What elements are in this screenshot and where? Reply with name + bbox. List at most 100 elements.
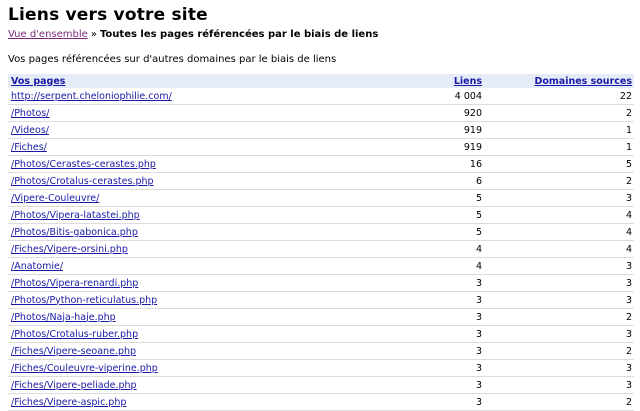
links-count: 3 — [348, 359, 484, 377]
links-count: 3 — [348, 291, 484, 309]
page-cell: /Fiches/Couleuvre-viperine.php — [8, 359, 348, 377]
source-domains-count: 2 — [484, 342, 634, 360]
table-row: /Videos/919 1 — [8, 121, 634, 139]
sort-by-domains-link[interactable]: Domaines sources — [534, 76, 632, 87]
links-count: 5 — [348, 223, 484, 241]
column-header-domains: Domaines sources — [484, 74, 634, 88]
sort-by-links-link[interactable]: Liens — [454, 76, 482, 87]
page: Liens vers votre site Vue d'ensemble» Tou… — [0, 0, 640, 411]
source-domains-count: 3 — [484, 376, 634, 394]
page-cell: /Fiches/ — [8, 138, 348, 156]
source-domains-count: 2 — [484, 393, 634, 411]
page-cell: /Photos/ — [8, 104, 348, 122]
page-cell: /Photos/Vipera-latastei.php — [8, 206, 348, 224]
links-count: 3 — [348, 325, 484, 343]
source-domains-count: 22 — [484, 88, 634, 105]
page-link[interactable]: /Fiches/Vipere-seoane.php — [11, 346, 136, 357]
page-link[interactable]: http://serpent.cheloniophilie.com/ — [11, 91, 172, 102]
table-row: /Photos/Crotalus-ruber.php 3 3 — [8, 325, 634, 343]
page-cell: /Photos/Vipera-renardi.php — [8, 274, 348, 292]
page-link[interactable]: /Fiches/Couleuvre-viperine.php — [11, 363, 158, 374]
page-cell: /Photos/Python-reticulatus.php — [8, 291, 348, 309]
page-link[interactable]: /Photos/Vipera-latastei.php — [11, 210, 140, 221]
source-domains-count: 1 — [484, 138, 634, 156]
page-link[interactable]: /Fiches/Vipere-aspic.php — [11, 397, 126, 408]
source-domains-count: 2 — [484, 104, 634, 122]
links-count: 3 — [348, 342, 484, 360]
source-domains-count: 3 — [484, 359, 634, 377]
table-row: /Fiches/Vipere-aspic.php 3 2 — [8, 393, 634, 411]
table-body: http://serpent.cheloniophilie.com/4 004 2… — [8, 88, 634, 411]
page-link[interactable]: /Photos/Crotalus-cerastes.php — [11, 176, 154, 187]
table-row: http://serpent.cheloniophilie.com/4 004 2… — [8, 88, 634, 105]
page-link[interactable]: /Photos/Python-reticulatus.php — [11, 295, 157, 306]
links-count: 5 — [348, 206, 484, 224]
table-row: /Photos/920 2 — [8, 104, 634, 122]
page-link[interactable]: /Photos/Naja-haje.php — [11, 312, 116, 323]
table-row: /Photos/Vipera-latastei.php 5 4 — [8, 206, 634, 224]
links-count: 6 — [348, 172, 484, 190]
source-domains-count: 4 — [484, 223, 634, 241]
source-domains-count: 3 — [484, 189, 634, 207]
column-header-pages: Vos pages — [8, 74, 348, 88]
table-row: /Anatomie/4 3 — [8, 257, 634, 275]
links-count: 3 — [348, 393, 484, 411]
table-header-row: Vos pages Liens Domaines sources — [8, 74, 634, 88]
sort-by-pages-link[interactable]: Vos pages — [11, 76, 65, 87]
page-cell: /Photos/Cerastes-cerastes.php — [8, 155, 348, 173]
page-link[interactable]: /Photos/Bitis-gabonica.php — [11, 227, 138, 238]
page-cell: /Fiches/Vipere-peliade.php — [8, 376, 348, 394]
page-cell: /Videos/ — [8, 121, 348, 139]
source-domains-count: 4 — [484, 206, 634, 224]
table-row: /Photos/Bitis-gabonica.php 5 4 — [8, 223, 634, 241]
links-count: 920 — [348, 104, 484, 122]
links-count: 16 — [348, 155, 484, 173]
links-count: 4 — [348, 240, 484, 258]
page-link[interactable]: /Photos/ — [11, 108, 49, 119]
source-domains-count: 1 — [484, 121, 634, 139]
page-cell: /Vipere-Couleuvre/ — [8, 189, 348, 207]
table-row: /Fiches/Couleuvre-viperine.php 3 3 — [8, 359, 634, 377]
page-link[interactable]: /Photos/Vipera-renardi.php — [11, 278, 138, 289]
page-link[interactable]: /Photos/Cerastes-cerastes.php — [11, 159, 156, 170]
page-link[interactable]: /Fiches/Vipere-peliade.php — [11, 380, 137, 391]
page-cell: /Anatomie/ — [8, 257, 348, 275]
page-cell: /Photos/Crotalus-cerastes.php — [8, 172, 348, 190]
page-cell: /Fiches/Vipere-orsini.php — [8, 240, 348, 258]
page-link[interactable]: /Videos/ — [11, 125, 49, 136]
source-domains-count: 3 — [484, 325, 634, 343]
source-domains-count: 2 — [484, 172, 634, 190]
page-link[interactable]: /Fiches/Vipere-orsini.php — [11, 244, 128, 255]
table-row: /Fiches/Vipere-orsini.php 4 4 — [8, 240, 634, 258]
page-link[interactable]: /Fiches/ — [11, 142, 47, 153]
breadcrumb-separator: » — [90, 29, 97, 40]
source-domains-count: 4 — [484, 240, 634, 258]
page-title: Liens vers votre site — [8, 5, 208, 25]
page-link[interactable]: /Vipere-Couleuvre/ — [11, 193, 99, 204]
links-count: 5 — [348, 189, 484, 207]
breadcrumb-overview-link[interactable]: Vue d'ensemble — [8, 29, 88, 40]
links-count: 3 — [348, 376, 484, 394]
page-cell: http://serpent.cheloniophilie.com/ — [8, 88, 348, 105]
source-domains-count: 3 — [484, 291, 634, 309]
source-domains-count: 3 — [484, 257, 634, 275]
source-domains-count: 5 — [484, 155, 634, 173]
table-row: /Photos/Vipera-renardi.php 3 3 — [8, 274, 634, 292]
links-count: 919 — [348, 138, 484, 156]
links-count: 4 — [348, 257, 484, 275]
linked-pages-table: Vos pages Liens Domaines sources http://… — [8, 74, 634, 411]
page-cell: /Fiches/Vipere-seoane.php — [8, 342, 348, 360]
source-domains-count: 3 — [484, 274, 634, 292]
page-cell: /Fiches/Vipere-aspic.php — [8, 393, 348, 411]
breadcrumb-current: Toutes les pages référencées par le biai… — [99, 29, 379, 40]
table-row: /Fiches/Vipere-seoane.php 3 2 — [8, 342, 634, 360]
table-row: /Photos/Crotalus-cerastes.php 6 2 — [8, 172, 634, 190]
page-link[interactable]: /Anatomie/ — [11, 261, 63, 272]
page-link[interactable]: /Photos/Crotalus-ruber.php — [11, 329, 138, 340]
table-row: /Fiches/Vipere-peliade.php 3 3 — [8, 376, 634, 394]
links-count: 4 004 — [348, 88, 484, 105]
links-count: 3 — [348, 308, 484, 326]
breadcrumb: Vue d'ensemble» Toutes les pages référenc… — [8, 28, 634, 41]
page-description: Vos pages référencées sur d'autres domai… — [8, 54, 337, 65]
links-count: 3 — [348, 274, 484, 292]
